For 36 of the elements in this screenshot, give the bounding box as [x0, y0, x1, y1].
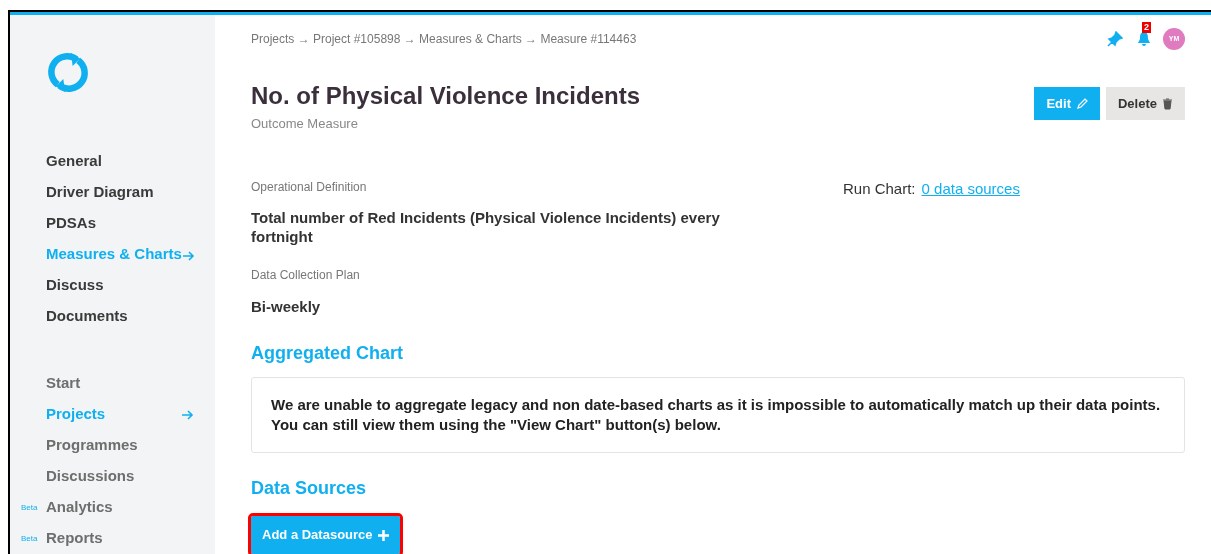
field-value: Bi-weekly: [251, 296, 322, 317]
breadcrumb: Projects → Project #105898 → Measures & Charts → Measure #114463: [251, 31, 638, 48]
delete-button[interactable]: Delete: [1105, 87, 1185, 120]
notification-badge: 2: [1142, 22, 1151, 33]
run-chart-label: Run Chart:: [843, 178, 916, 199]
trash-icon: [1162, 97, 1173, 110]
sidebar-item[interactable]: Analytics: [46, 496, 113, 519]
field-value: Total number of Red Incidents (Physical Violence Incidents) every fortnight: [251, 207, 721, 246]
data-sources-link[interactable]: 0 data sources: [921, 177, 1020, 200]
field-label: Data Collection Plan: [251, 266, 361, 284]
sidebar-item[interactable]: Start: [46, 372, 81, 395]
sidebar-item[interactable]: General: [46, 150, 102, 173]
bell-icon[interactable]: [1137, 31, 1151, 47]
plus-icon: [377, 529, 389, 541]
section-heading: Aggregated Chart: [251, 342, 404, 365]
sidebar-item[interactable]: Driver Diagram: [46, 181, 154, 204]
sidebar-item[interactable]: Documents: [46, 305, 128, 328]
pin-icon[interactable]: [1107, 31, 1123, 47]
page-title: No. of Physical Violence Incidents: [251, 81, 641, 111]
info-message: We are unable to aggregate legacy and non date-based charts as it is impossible to automatically match up their data points. You can still view them using the "View Chart" button(s) below.: [271, 395, 1162, 435]
sidebar-item[interactable]: Reports: [46, 527, 103, 550]
logo-icon: [45, 51, 91, 94]
beta-label: Beta: [21, 532, 38, 545]
section-heading: Data Sources: [251, 477, 368, 500]
page-subtitle: Outcome Measure: [251, 115, 359, 133]
field-label: Operational Definition: [251, 178, 368, 196]
arrow-icon: [182, 251, 195, 261]
sidebar-item[interactable]: Discussions: [46, 465, 135, 488]
sidebar-item[interactable]: PDSAs: [46, 212, 97, 235]
arrow-icon: [182, 409, 194, 420]
sidebar-item[interactable]: Discuss: [46, 274, 104, 297]
add-datasource-button[interactable]: Add a Datasource: [251, 516, 400, 554]
pencil-icon: [1075, 97, 1088, 110]
beta-label: Beta: [21, 501, 38, 514]
edit-button[interactable]: Edit: [1034, 87, 1100, 120]
sidebar-item[interactable]: Programmes: [46, 434, 138, 457]
